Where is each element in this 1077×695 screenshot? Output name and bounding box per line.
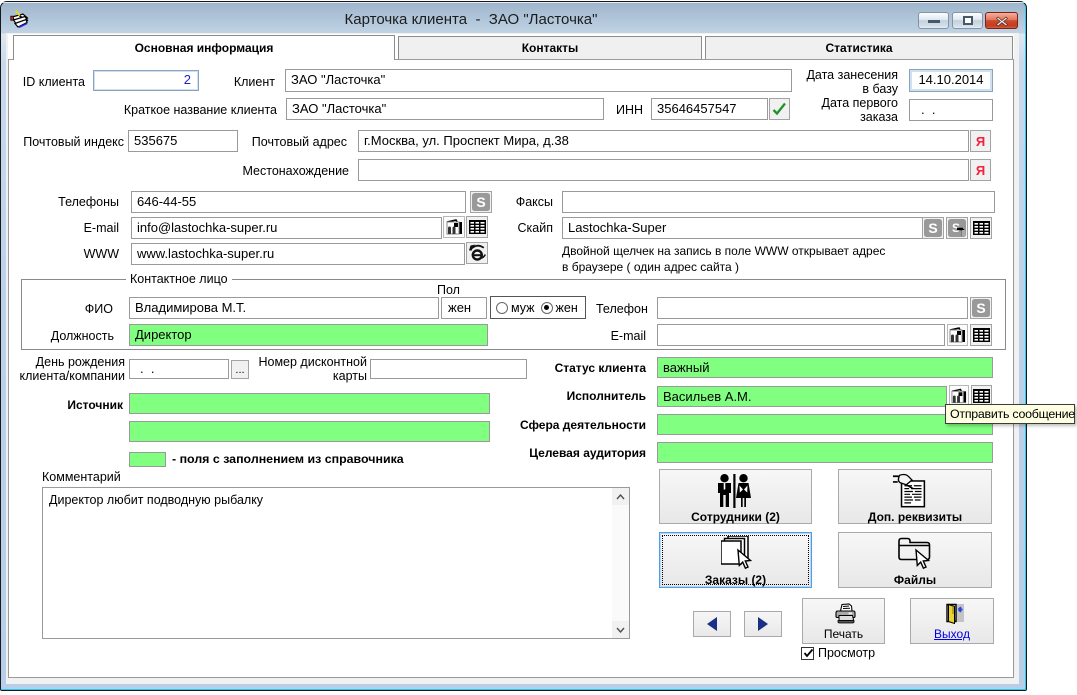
svg-text:S: S <box>976 300 985 316</box>
svg-text:S: S <box>928 220 937 236</box>
